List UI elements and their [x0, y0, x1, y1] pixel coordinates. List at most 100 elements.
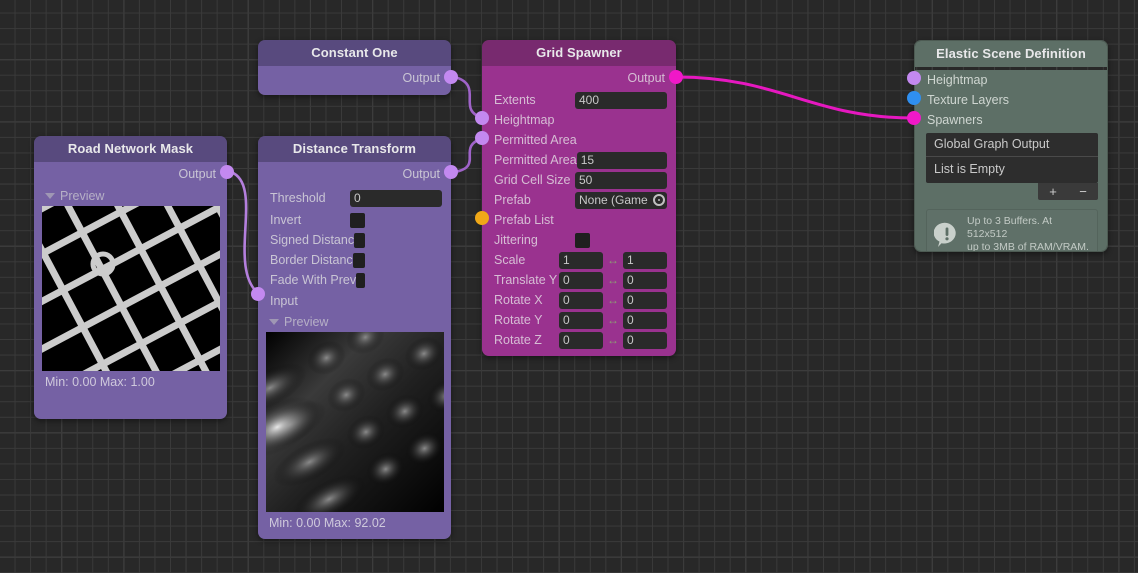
output-port-row: Output [482, 66, 676, 90]
threshold-input[interactable]: 0 [350, 190, 442, 207]
field-label: Scale [494, 253, 525, 267]
global-graph-output-list[interactable]: Global Graph Output List is Empty [926, 133, 1098, 183]
extents-input[interactable]: 400 [575, 92, 667, 109]
invert-checkbox[interactable] [350, 213, 365, 228]
node-graph-canvas[interactable]: Road Network Mask Output Preview [0, 0, 1138, 573]
prefab-object-field[interactable]: None (Game [575, 192, 667, 209]
field-row-prefab: Prefab None (Game [482, 190, 676, 210]
preview-image-distance-transform [266, 332, 444, 512]
list-empty-message: List is Empty [926, 157, 1098, 183]
node-road-network-mask[interactable]: Road Network Mask Output Preview [34, 136, 227, 419]
range-arrow-icon: ↔ [603, 293, 623, 307]
remove-item-button[interactable]: − [1068, 183, 1098, 200]
grid-cell-size-input[interactable]: 50 [575, 172, 667, 189]
rotate-x-max-input[interactable]: 0 [623, 292, 667, 309]
permitted-area-input[interactable]: 15 [577, 152, 667, 169]
node-constant-one[interactable]: Constant One Output [258, 40, 451, 95]
port-input-heightmap[interactable] [475, 111, 489, 125]
minmax-label: Min: 0.00 Max: 1.00 [34, 371, 227, 389]
translate-y-max-input[interactable]: 0 [623, 272, 667, 289]
port-input[interactable] [251, 287, 265, 301]
field-label: Prefab [494, 193, 531, 207]
field-label: Prefab List [494, 213, 554, 227]
preview-image-road-mask [42, 206, 220, 371]
rotate-z-max-input[interactable]: 0 [623, 332, 667, 349]
translate-y-min-input[interactable]: 0 [559, 272, 603, 289]
rotate-y-max-input[interactable]: 0 [623, 312, 667, 329]
node-elastic-scene-definition[interactable]: Elastic Scene Definition Heightmap Textu… [914, 40, 1108, 252]
field-row-invert: Invert [258, 210, 451, 230]
output-port-row: Output [34, 162, 227, 186]
rotate-x-min-input[interactable]: 0 [559, 292, 603, 309]
fade-with-prev-checkbox[interactable] [356, 273, 365, 288]
list-buttons: + − [926, 183, 1098, 200]
node-title: Road Network Mask [34, 136, 227, 162]
output-port-row: Output [258, 162, 451, 186]
field-label: Invert [270, 213, 301, 227]
field-label: Border Distanc [270, 253, 353, 267]
field-row-fade-with-prev: Fade With Prev [258, 270, 451, 290]
port-output[interactable] [220, 165, 234, 179]
scale-max-input[interactable]: 1 [623, 252, 667, 269]
input-row-spawners: Spawners [915, 110, 1107, 130]
port-output[interactable] [669, 70, 683, 84]
jittering-checkbox[interactable] [575, 233, 590, 248]
port-input-permitted-area[interactable] [475, 131, 489, 145]
output-port-row: Output [258, 66, 451, 90]
port-output[interactable] [444, 165, 458, 179]
node-grid-spawner[interactable]: Grid Spawner Output Extents 400 Heightma… [482, 40, 676, 356]
output-label: Output [627, 71, 665, 85]
range-arrow-icon: ↔ [603, 313, 623, 327]
field-label: Rotate Y [494, 313, 542, 327]
range-arrow-icon: ↔ [603, 273, 623, 287]
node-title: Distance Transform [258, 136, 451, 162]
field-row-grid-cell-size: Grid Cell Size 50 [482, 170, 676, 190]
field-row-scale: Scale 1 ↔ 1 [482, 250, 676, 270]
field-label: Permitted Area [494, 153, 577, 167]
rotate-z-min-input[interactable]: 0 [559, 332, 603, 349]
port-input-prefab-list[interactable] [475, 211, 489, 225]
list-header: Global Graph Output [926, 133, 1098, 157]
preview-header[interactable]: Preview [34, 186, 227, 206]
input-row-heightmap: Heightmap [915, 70, 1107, 90]
field-label: Heightmap [494, 113, 554, 127]
preview-label: Preview [60, 189, 104, 203]
field-label: Translate Y [494, 273, 557, 287]
input-row-texture-layers: Texture Layers [915, 90, 1107, 110]
input-label: Input [270, 294, 298, 308]
wire-gridspawner-to-elastic-spawners [677, 77, 913, 118]
preview-header[interactable]: Preview [258, 312, 451, 332]
output-label: Output [402, 167, 440, 181]
field-row-permitted-area-value: Permitted Area 15 [482, 150, 676, 170]
field-row-translate-y: Translate Y 0 ↔ 0 [482, 270, 676, 290]
rotate-y-min-input[interactable]: 0 [559, 312, 603, 329]
wire-roadmask-to-distance [231, 172, 259, 294]
field-label: Heightmap [927, 73, 987, 87]
scale-min-input[interactable]: 1 [559, 252, 603, 269]
field-row-jittering: Jittering [482, 230, 676, 250]
field-label: Threshold [270, 191, 326, 205]
chevron-down-icon [45, 193, 55, 199]
range-arrow-icon: ↔ [603, 253, 623, 267]
object-picker-icon[interactable] [653, 194, 665, 206]
output-label: Output [402, 71, 440, 85]
node-distance-transform[interactable]: Distance Transform Output Threshold 0 In… [258, 136, 451, 539]
field-label: Fade With Prev [270, 273, 356, 287]
signed-distance-checkbox[interactable] [354, 233, 365, 248]
field-label: Spawners [927, 113, 983, 127]
field-label: Rotate Z [494, 333, 542, 347]
range-arrow-icon: ↔ [603, 333, 623, 347]
info-line-1: Up to 3 Buffers. At 512x512 [967, 215, 1090, 241]
port-input-spawners[interactable] [907, 111, 921, 125]
field-row-rotate-y: Rotate Y 0 ↔ 0 [482, 310, 676, 330]
field-label: Permitted Area [494, 133, 577, 147]
field-label: Grid Cell Size [494, 173, 570, 187]
node-title: Elastic Scene Definition [915, 41, 1107, 67]
add-item-button[interactable]: + [1038, 183, 1068, 200]
minmax-label: Min: 0.00 Max: 92.02 [258, 512, 451, 530]
port-output[interactable] [444, 70, 458, 84]
port-input-texture-layers[interactable] [907, 91, 921, 105]
border-distance-checkbox[interactable] [353, 253, 365, 268]
port-input-heightmap[interactable] [907, 71, 921, 85]
chevron-down-icon [269, 319, 279, 325]
